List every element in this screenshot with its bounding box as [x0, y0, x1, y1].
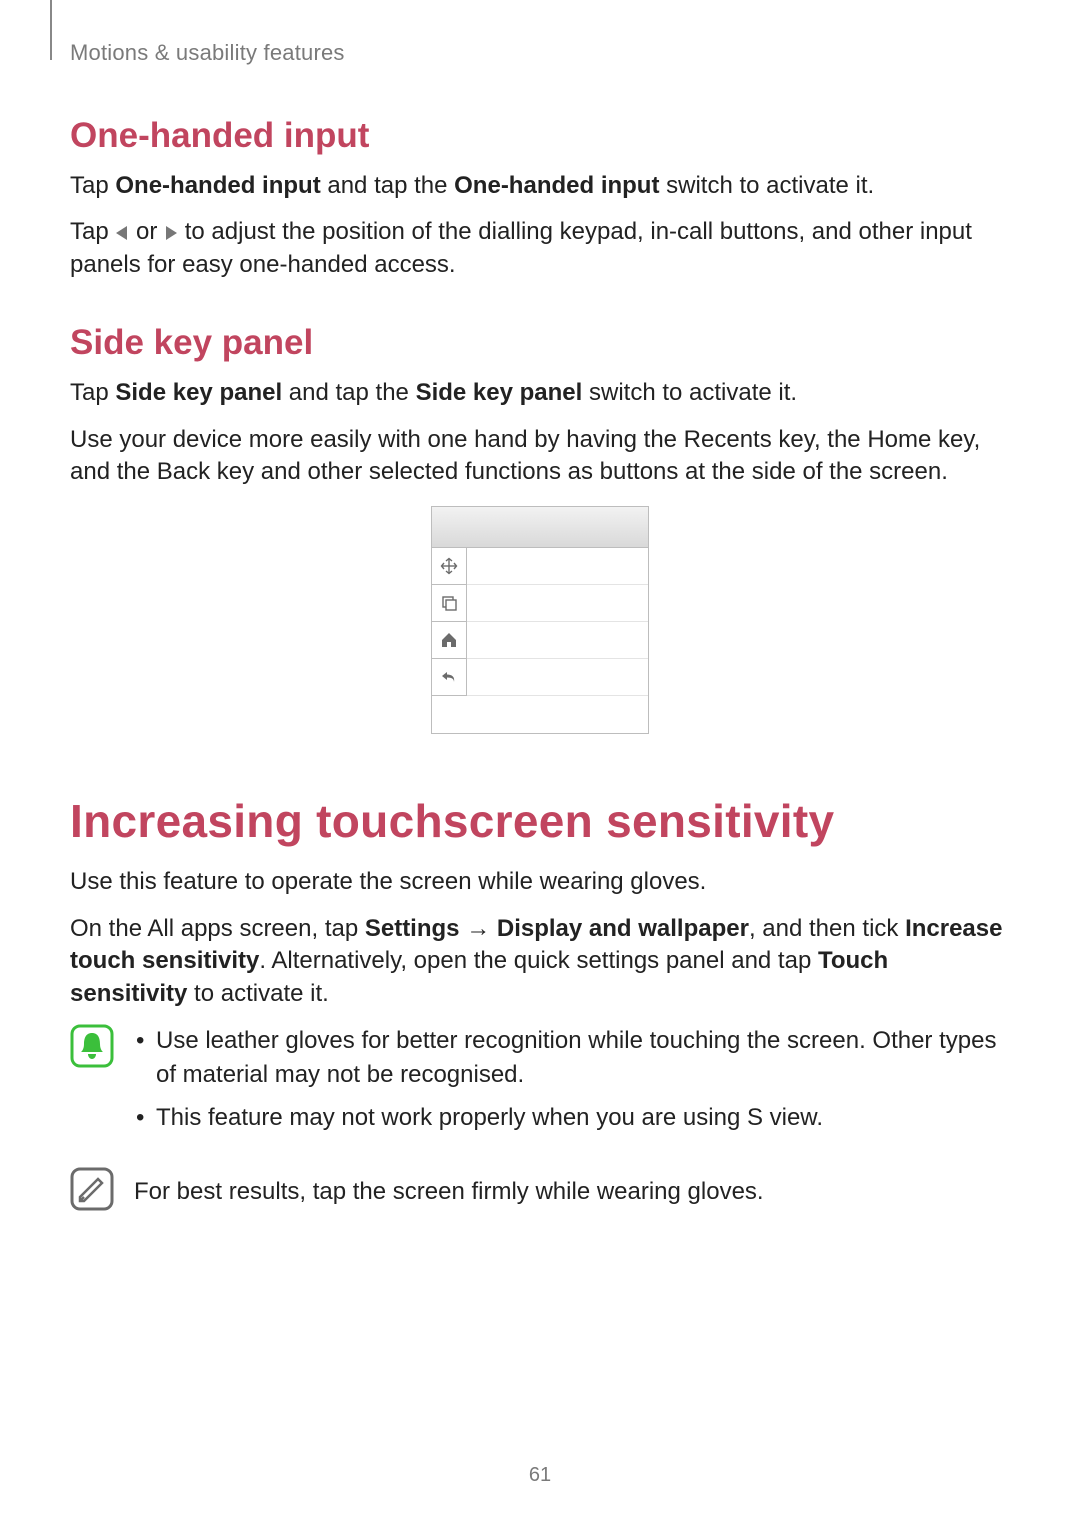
- paragraph: On the All apps screen, tap Settings → D…: [70, 913, 1010, 1010]
- paragraph: Use this feature to operate the screen w…: [70, 866, 1010, 898]
- paragraph: Use your device more easily with one han…: [70, 424, 1010, 489]
- list-item: Use leather gloves for better recognitio…: [156, 1024, 1010, 1091]
- text: and tap the: [282, 379, 415, 406]
- bold-text: Side key panel: [416, 379, 583, 406]
- memo-icon: [70, 1167, 114, 1211]
- paragraph: Tap One-handed input and tap the One-han…: [70, 170, 1010, 202]
- text: switch to activate it.: [582, 379, 797, 406]
- recents-icon: [432, 585, 467, 622]
- bold-text: One-handed input: [115, 172, 320, 199]
- home-icon: [432, 622, 467, 659]
- text: Tap: [70, 172, 115, 199]
- text: Tap: [70, 379, 115, 406]
- back-icon: [432, 659, 467, 696]
- note-block: For best results, tap the screen firmly …: [70, 1167, 1010, 1211]
- text: →: [460, 915, 497, 942]
- note-list: Use leather gloves for better recognitio…: [134, 1024, 1010, 1145]
- breadcrumb: Motions & usability features: [70, 40, 1010, 66]
- text: , and then tick: [749, 915, 905, 942]
- heading-one-handed-input: One-handed input: [70, 116, 1010, 156]
- heading-side-key-panel: Side key panel: [70, 323, 1010, 363]
- bold-text: Side key panel: [115, 379, 282, 406]
- triangle-left-icon: [115, 225, 129, 241]
- paragraph: Tap Side key panel and tap the Side key …: [70, 377, 1010, 409]
- page-number: 61: [0, 1464, 1080, 1487]
- bold-text: Settings: [365, 915, 460, 942]
- bold-text: Display and wallpaper: [497, 915, 749, 942]
- bold-text: One-handed input: [454, 172, 659, 199]
- triangle-right-icon: [164, 225, 178, 241]
- page: Motions & usability features One-handed …: [0, 0, 1080, 1527]
- caution-bell-icon: [70, 1024, 114, 1068]
- text: switch to activate it.: [659, 172, 874, 199]
- phone-mock: [431, 506, 649, 734]
- phone-status-bar: [432, 507, 648, 548]
- top-rule: [50, 0, 52, 60]
- text: or: [129, 218, 164, 245]
- side-key-panel-illustration: [70, 506, 1010, 734]
- text: and tap the: [321, 172, 454, 199]
- text: to adjust the position of the dialling k…: [70, 218, 972, 277]
- paragraph: Tap or to adjust the position of the dia…: [70, 216, 1010, 281]
- heading-increasing-touchscreen-sensitivity: Increasing touchscreen sensitivity: [70, 794, 1010, 848]
- text: . Alternatively, open the quick settings…: [259, 947, 818, 974]
- text: On the All apps screen, tap: [70, 915, 365, 942]
- note-text: For best results, tap the screen firmly …: [134, 1175, 764, 1209]
- text: to activate it.: [187, 980, 328, 1007]
- move-icon: [432, 548, 467, 585]
- text: Tap: [70, 218, 115, 245]
- list-item: This feature may not work properly when …: [156, 1101, 1010, 1135]
- note-block: Use leather gloves for better recognitio…: [70, 1024, 1010, 1145]
